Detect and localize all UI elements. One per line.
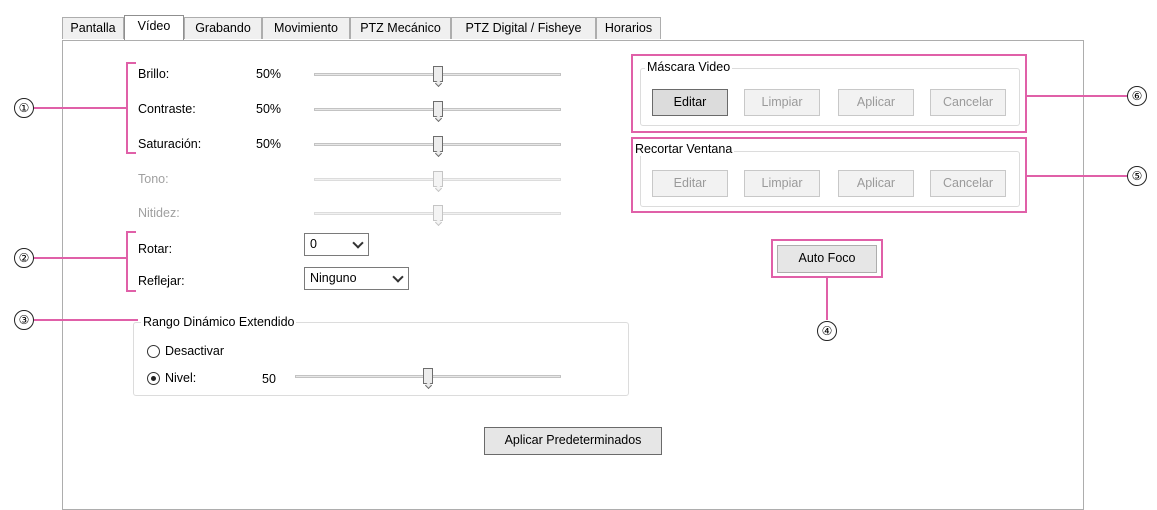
reflejar-label: Reflejar: [138, 274, 185, 288]
tab-grabando[interactable]: Grabando [184, 17, 262, 39]
tono-slider [314, 170, 561, 190]
tab-ptz-digital-fisheye[interactable]: PTZ Digital / Fisheye [451, 17, 596, 39]
callout-5: ⑤ [1127, 166, 1147, 186]
slider-thumb [432, 171, 443, 187]
callout-bracket [126, 152, 136, 154]
contraste-value: 50% [256, 102, 282, 116]
chevron-down-icon [392, 271, 404, 283]
slider-thumb[interactable] [432, 66, 443, 82]
callout-bracket [126, 62, 128, 154]
nitidez-slider [314, 204, 561, 224]
slider-thumb[interactable] [432, 136, 443, 152]
callout-line [1027, 95, 1127, 97]
tab-horarios[interactable]: Horarios [596, 17, 661, 39]
brillo-slider[interactable] [314, 65, 561, 85]
saturacion-value: 50% [256, 137, 282, 151]
nivel-value: 50 [262, 372, 276, 386]
contraste-label: Contraste: [138, 102, 196, 116]
callout-line [34, 319, 138, 321]
callout-bracket [126, 231, 136, 233]
slider-thumb[interactable] [423, 368, 433, 384]
nitidez-label: Nitidez: [138, 206, 180, 220]
callout-2: ② [14, 248, 34, 268]
callout-bracket [126, 290, 136, 292]
saturacion-label: Saturación: [138, 137, 202, 151]
callout-3: ③ [14, 310, 34, 330]
callout-4: ④ [817, 321, 837, 341]
chevron-down-icon [352, 237, 364, 249]
saturacion-slider[interactable] [314, 135, 561, 155]
callout-1: ① [14, 98, 34, 118]
slider-thumb [432, 205, 443, 221]
callout-6: ⑥ [1127, 86, 1147, 106]
callout-bracket [126, 231, 128, 292]
callout-line [1027, 175, 1127, 177]
nivel-label: Nivel: [165, 371, 197, 385]
callout-line [34, 107, 126, 109]
rotar-select-value: 0 [310, 237, 317, 251]
tono-label: Tono: [138, 172, 169, 186]
desactivar-label: Desactivar [165, 344, 225, 358]
desactivar-radio[interactable] [147, 345, 160, 358]
rotar-label: Rotar: [138, 242, 173, 256]
callout-bracket [126, 62, 136, 64]
callout-line [34, 257, 126, 259]
callout-line [826, 278, 828, 320]
wdr-title: Rango Dinámico Extendido [141, 315, 297, 329]
tab-video[interactable]: Vídeo [124, 15, 184, 40]
tab-movimiento[interactable]: Movimiento [262, 17, 350, 39]
reflejar-select[interactable]: Ninguno [304, 267, 409, 290]
reflejar-select-value: Ninguno [310, 271, 357, 285]
nivel-slider[interactable] [295, 367, 561, 387]
brillo-value: 50% [256, 67, 282, 81]
brillo-label: Brillo: [138, 67, 170, 81]
tab-pantalla[interactable]: Pantalla [62, 17, 124, 39]
contraste-slider[interactable] [314, 100, 561, 120]
callout-box [771, 239, 883, 278]
slider-thumb[interactable] [432, 101, 443, 117]
nivel-radio[interactable] [147, 372, 160, 385]
callout-box [631, 54, 1027, 133]
rotar-select[interactable]: 0 [304, 233, 369, 256]
callout-box [631, 137, 1027, 213]
tab-ptz-mecanico[interactable]: PTZ Mecánico [350, 17, 451, 39]
aplicar-predeterminados-button[interactable]: Aplicar Predeterminados [484, 427, 662, 455]
